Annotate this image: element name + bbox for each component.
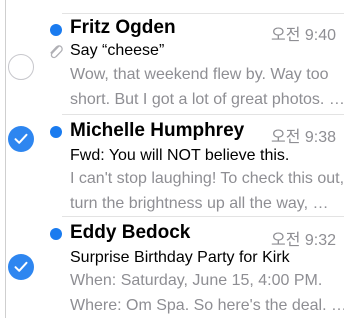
paperclip-icon — [48, 43, 64, 66]
message-preview-line1: I can't stop laughing! To check this out… — [70, 170, 344, 187]
message-time: 오전 9:40 — [270, 27, 336, 44]
message-preview-line2: short. But I got a lot of great photos. … — [70, 91, 344, 108]
message-preview-line2: turn the brightness up all the way, … — [70, 195, 329, 212]
checkmark-icon — [14, 261, 28, 272]
checkmark-icon — [14, 133, 28, 144]
message-time: 오전 9:32 — [270, 232, 336, 249]
message-preview-line1: Wow, that weekend flew by. Way too — [70, 66, 329, 83]
message-preview-line1: When: Saturday, June 15, 4:00 PM. — [70, 272, 323, 289]
message-row[interactable]: Michelle Humphrey 오전 9:38 Fwd: You will … — [0, 115, 344, 215]
message-subject: Surprise Birthday Party for Kirk — [70, 249, 290, 266]
unread-dot-icon — [50, 228, 62, 240]
message-time: 오전 9:38 — [270, 129, 336, 146]
message-preview-line2: Where: Om Spa. So here's the deal. … — [70, 297, 344, 314]
unread-dot-icon — [50, 126, 62, 138]
sender-name: Eddy Bedock — [70, 222, 191, 243]
select-circle-checked[interactable] — [8, 254, 34, 280]
sender-name: Fritz Ogden — [70, 17, 176, 38]
unread-dot-icon — [50, 24, 62, 36]
select-circle-empty[interactable] — [8, 54, 34, 80]
sender-name: Michelle Humphrey — [70, 120, 245, 141]
message-subject: Say “cheese” — [70, 42, 165, 59]
message-row[interactable]: Fritz Ogden 오전 9:40 Say “cheese” Wow, th… — [0, 14, 344, 114]
message-row[interactable]: Eddy Bedock 오전 9:32 Surprise Birthday Pa… — [0, 217, 344, 318]
select-circle-checked[interactable] — [8, 126, 34, 152]
message-subject: Fwd: You will NOT believe this. — [70, 147, 290, 164]
